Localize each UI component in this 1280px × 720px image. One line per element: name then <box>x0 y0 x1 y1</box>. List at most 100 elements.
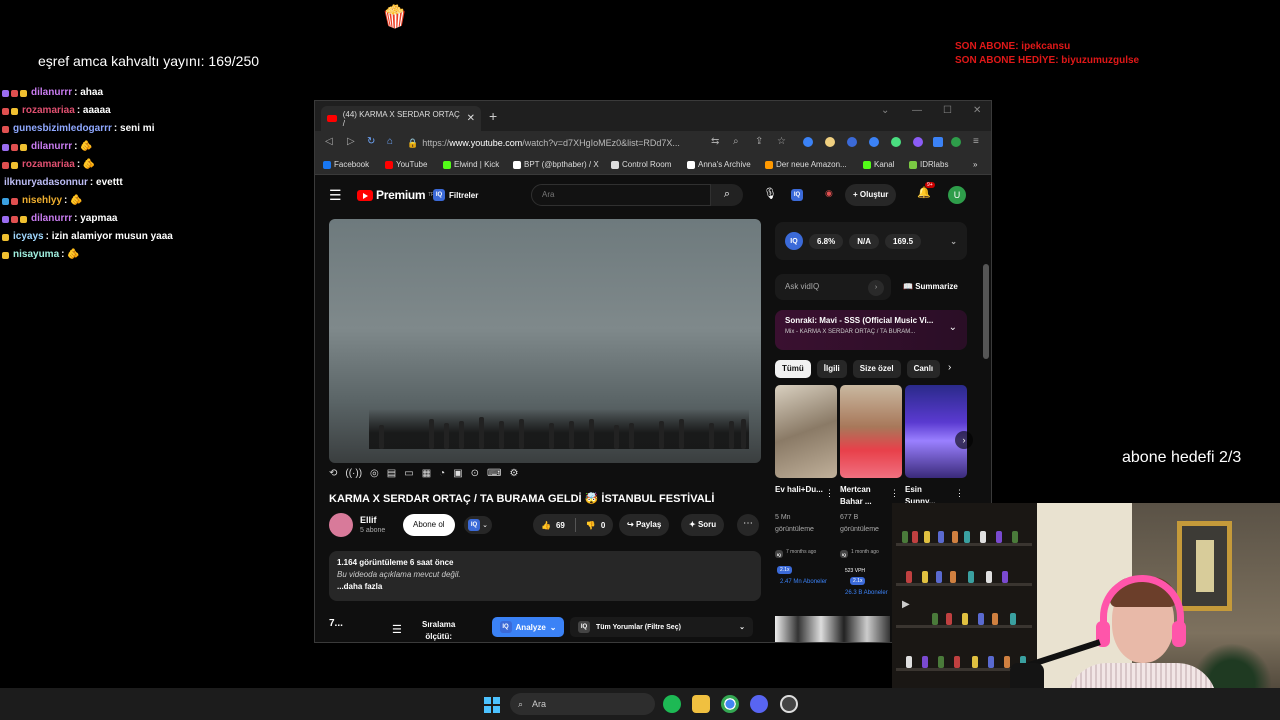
extension-icon[interactable] <box>803 137 813 147</box>
up-next-card[interactable]: Sonraki: Mavi - SSS (Official Music Vi..… <box>775 310 967 350</box>
spotify-icon[interactable] <box>663 695 681 713</box>
ask-button[interactable]: ✦ Soru <box>681 514 725 536</box>
loop-icon[interactable]: ⟲ <box>329 468 337 484</box>
show-more-link[interactable]: ...daha fazla <box>337 582 753 591</box>
rec-thumbnail[interactable] <box>775 385 837 478</box>
obs-icon[interactable] <box>780 695 798 713</box>
search-input[interactable]: Ara <box>531 184 711 206</box>
video-player[interactable] <box>329 219 761 463</box>
image-icon[interactable]: ▣ <box>453 468 462 484</box>
youtube-premium-logo[interactable]: Premium TR <box>357 188 435 202</box>
home-icon[interactable]: ⌂ <box>387 136 393 147</box>
chat-username[interactable]: icyays <box>13 230 44 244</box>
sidebar-icon[interactable] <box>933 137 943 147</box>
forward-icon[interactable]: ▷ <box>347 136 355 147</box>
close-tab-icon[interactable]: ✕ <box>467 113 475 124</box>
share-button[interactable]: ↪ Paylaş <box>619 514 670 536</box>
chat-username[interactable]: dilanurrr <box>31 140 72 154</box>
description-box[interactable]: 1.164 görüntüleme 6 saat önce Bu videoda… <box>329 551 761 601</box>
more-actions-button[interactable]: ⋯ <box>737 514 759 536</box>
account-avatar[interactable]: U <box>948 186 966 204</box>
filter-chip[interactable]: Tümü <box>775 360 811 378</box>
discord-icon[interactable] <box>750 695 768 713</box>
rec-title[interactable]: Mertcan Bahar ... <box>840 484 888 508</box>
channel-name[interactable]: Ellif <box>360 515 377 525</box>
chat-username[interactable]: dilanurrr <box>31 86 72 100</box>
chat-username[interactable]: rozamariaa <box>22 104 75 118</box>
frames-icon[interactable]: ▦ <box>422 468 431 484</box>
clapper-icon[interactable]: ▤ <box>387 468 396 484</box>
audio-icon[interactable]: ((·)) <box>345 468 362 484</box>
install-icon[interactable]: ⇆ <box>711 136 719 147</box>
puzzle-extension-icon[interactable] <box>869 137 879 147</box>
sort-by-button[interactable]: Sıralama ölçütü: <box>422 619 455 642</box>
back-icon[interactable]: ◁ <box>325 136 333 147</box>
settings-gear-icon[interactable]: ⚙ <box>509 468 518 484</box>
chevron-down-icon[interactable]: ⌄ <box>950 237 957 246</box>
bookmark-item[interactable]: Kanal <box>863 160 894 169</box>
url-field[interactable]: 🔒 https://www.youtube.com/watch?v=d7XHgIo… <box>407 134 707 152</box>
share-icon[interactable]: ⇪ <box>755 136 763 147</box>
rec-thumbnail[interactable] <box>840 385 902 478</box>
bookmark-item[interactable]: IDRlabs <box>909 160 948 169</box>
subscribe-button[interactable]: Abone ol <box>403 514 455 536</box>
bookmark-star-icon[interactable]: ☆ <box>777 136 786 147</box>
create-button[interactable]: + Oluştur <box>845 184 897 206</box>
filter-chip[interactable]: Size özel <box>852 360 901 378</box>
bookmark-item[interactable]: Control Room <box>611 160 671 169</box>
filter-chip[interactable]: İlgili <box>816 360 847 378</box>
analyze-button[interactable]: IQ Analyze ⌄ <box>492 617 564 637</box>
chat-username[interactable]: dilanurrr <box>31 212 72 226</box>
thumbs-down-icon[interactable]: 👎 <box>586 521 596 530</box>
chevron-right-icon[interactable]: › <box>948 362 951 373</box>
close-window-button[interactable]: ✕ <box>973 105 981 116</box>
files-icon[interactable] <box>692 695 710 713</box>
pip-icon[interactable]: ▭ <box>404 468 413 484</box>
minimize-button[interactable]: — <box>912 105 922 116</box>
sort-icon[interactable]: ☰ <box>392 623 402 636</box>
bookmark-item[interactable]: YouTube <box>385 160 427 169</box>
chat-username[interactable]: nisehlyy <box>22 194 62 208</box>
rec-thumbnail[interactable] <box>775 616 890 642</box>
bookmark-item[interactable]: Der neue Amazon... <box>765 160 847 169</box>
chat-username[interactable]: nisayuma <box>13 248 59 262</box>
record-icon[interactable]: ◉ <box>825 188 833 199</box>
filtreler-button[interactable]: IQ Filtreler <box>433 189 478 201</box>
reload-icon[interactable]: ↻ <box>367 136 375 147</box>
carousel-next-icon[interactable]: › <box>955 431 973 449</box>
windows-start-icon[interactable] <box>484 697 500 713</box>
screenshot-icon[interactable]: ⊙ <box>471 468 479 484</box>
tab-search-icon[interactable]: ⌄ <box>881 105 889 116</box>
effects-icon[interactable]: ◎ <box>370 468 379 484</box>
search-button[interactable]: ⌕ <box>711 184 743 206</box>
maximize-button[interactable]: ☐ <box>943 105 952 116</box>
bookmark-item[interactable]: Elwind | Kick <box>443 160 499 169</box>
microphone-icon[interactable]: 🎙 <box>763 187 777 200</box>
hamburger-menu-icon[interactable]: ☰ <box>329 187 342 204</box>
keyboard-icon[interactable]: ⌨ <box>487 468 501 484</box>
extension-icon[interactable] <box>891 137 901 147</box>
new-tab-button[interactable]: + <box>489 108 497 124</box>
ask-submit-icon[interactable]: › <box>868 280 884 296</box>
comment-filter-select[interactable]: IQ Tüm Yorumlar (Filtre Seç) ⌄ <box>570 617 753 637</box>
speed-icon[interactable]: ◔ <box>439 468 445 484</box>
extension-icon[interactable] <box>913 137 923 147</box>
thumbs-up-icon[interactable]: 👍 <box>541 521 551 530</box>
vidiq-header-icon[interactable]: IQ <box>791 189 803 201</box>
chat-username[interactable]: ilknuryadasonnur <box>4 176 88 190</box>
vidiq-extension-icon[interactable] <box>847 137 857 147</box>
zoom-icon[interactable]: ⌕ <box>733 136 739 147</box>
chevron-down-icon[interactable]: ⌄ <box>949 322 957 333</box>
browser-tab[interactable]: (44) KARMA X SERDAR ORTAÇ / ✕ <box>321 106 481 131</box>
bookmark-item[interactable]: Anna's Archive <box>687 160 751 169</box>
chrome-icon[interactable] <box>721 695 739 713</box>
extension-icon[interactable] <box>825 137 835 147</box>
scrollbar[interactable] <box>983 264 989 359</box>
more-vert-icon[interactable]: ⋮ <box>955 488 964 499</box>
profile-icon[interactable] <box>951 137 961 147</box>
menu-icon[interactable]: ≡ <box>973 136 979 147</box>
rec-title[interactable]: Ev hali+Du... <box>775 484 823 496</box>
vidiq-channel-button[interactable]: IQ ⌄ <box>464 516 492 534</box>
bookmark-item[interactable]: BPT (@bpthaber) / X <box>513 160 599 169</box>
channel-avatar[interactable] <box>329 513 353 537</box>
